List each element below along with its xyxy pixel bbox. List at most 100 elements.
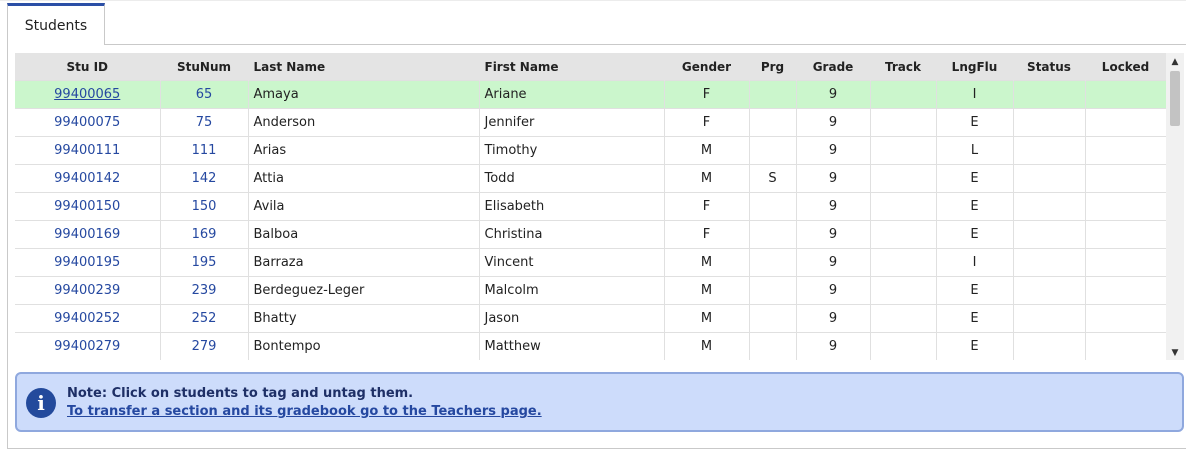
grade-cell: 9 [796, 248, 871, 277]
gender-cell: F [664, 192, 750, 221]
first-name-cell: Jennifer [479, 108, 665, 137]
prg-cell [749, 332, 797, 360]
stu-id-link[interactable]: 99400279 [15, 332, 161, 360]
top-border [0, 0, 1186, 1]
locked-cell [1085, 136, 1166, 165]
lngflu-cell: E [936, 332, 1014, 360]
col-header-gender[interactable]: Gender [664, 53, 750, 81]
lngflu-cell: E [936, 192, 1014, 221]
grade-cell: 9 [796, 80, 871, 109]
table-row[interactable]: 99400150 150 Avila Elisabeth F 9 E [15, 192, 1166, 221]
grade-cell: 9 [796, 304, 871, 333]
stunum-cell: 150 [160, 192, 249, 221]
col-header-lngflu[interactable]: LngFlu [936, 53, 1014, 81]
gender-cell: M [664, 276, 750, 305]
gender-cell: M [664, 248, 750, 277]
lngflu-cell: E [936, 304, 1014, 333]
col-header-stu-id[interactable]: Stu ID [15, 53, 161, 81]
track-cell [870, 108, 937, 137]
first-name-cell: Timothy [479, 136, 665, 165]
col-header-first-name[interactable]: First Name [479, 53, 665, 81]
status-cell [1013, 332, 1086, 360]
locked-cell [1085, 108, 1166, 137]
first-name-cell: Matthew [479, 332, 665, 360]
stunum-cell: 75 [160, 108, 249, 137]
status-cell [1013, 80, 1086, 109]
stu-id-link[interactable]: 99400169 [15, 220, 161, 249]
header-row: Stu ID StuNum Last Name First Name Gende… [15, 53, 1166, 81]
scroll-up-arrow-icon[interactable]: ▲ [1166, 57, 1184, 67]
status-cell [1013, 136, 1086, 165]
prg-cell [749, 276, 797, 305]
last-name-cell: Attia [248, 164, 480, 193]
track-cell [870, 276, 937, 305]
lngflu-cell: E [936, 276, 1014, 305]
students-grid: Stu ID StuNum Last Name First Name Gende… [15, 53, 1166, 360]
first-name-cell: Ariane [479, 80, 665, 109]
stu-id-link[interactable]: 99400150 [15, 192, 161, 221]
teachers-page-link[interactable]: To transfer a section and its gradebook … [67, 403, 542, 421]
stu-id-link[interactable]: 99400142 [15, 164, 161, 193]
table-row[interactable]: 99400111 111 Arias Timothy M 9 L [15, 136, 1166, 165]
note-message: Note: Click on students to tag and untag… [67, 386, 414, 401]
scroll-down-arrow-icon[interactable]: ▼ [1166, 348, 1184, 358]
track-cell [870, 192, 937, 221]
col-header-prg[interactable]: Prg [749, 53, 797, 81]
table-row[interactable]: 99400279 279 Bontempo Matthew M 9 E [15, 332, 1166, 360]
lngflu-cell: E [936, 164, 1014, 193]
stu-id-link[interactable]: 99400065 [15, 80, 161, 109]
table-row[interactable]: 99400065 65 Amaya Ariane F 9 I [15, 80, 1166, 109]
last-name-cell: Balboa [248, 220, 480, 249]
locked-cell [1085, 332, 1166, 360]
gender-cell: M [664, 136, 750, 165]
track-cell [870, 220, 937, 249]
students-table: Stu ID StuNum Last Name First Name Gende… [15, 53, 1166, 360]
vertical-scrollbar[interactable]: ▲ ▼ [1166, 53, 1184, 360]
lngflu-cell: L [936, 136, 1014, 165]
stu-id-link[interactable]: 99400195 [15, 248, 161, 277]
col-header-locked[interactable]: Locked [1085, 53, 1166, 81]
col-header-status[interactable]: Status [1013, 53, 1086, 81]
stunum-cell: 279 [160, 332, 249, 360]
stunum-cell: 65 [160, 80, 249, 109]
prg-cell: S [749, 164, 797, 193]
table-row[interactable]: 99400169 169 Balboa Christina F 9 E [15, 220, 1166, 249]
first-name-cell: Elisabeth [479, 192, 665, 221]
stu-id-link[interactable]: 99400075 [15, 108, 161, 137]
tab-students[interactable]: Students [7, 3, 105, 45]
lngflu-cell: E [936, 220, 1014, 249]
col-header-last-name[interactable]: Last Name [248, 53, 480, 81]
gender-cell: M [664, 304, 750, 333]
stunum-cell: 252 [160, 304, 249, 333]
track-cell [870, 332, 937, 360]
gender-cell: F [664, 108, 750, 137]
col-header-stunum[interactable]: StuNum [160, 53, 249, 81]
stunum-cell: 111 [160, 136, 249, 165]
last-name-cell: Anderson [248, 108, 480, 137]
table-row[interactable]: 99400239 239 Berdeguez-Leger Malcolm M 9 E [15, 276, 1166, 305]
track-cell [870, 80, 937, 109]
locked-cell [1085, 304, 1166, 333]
stu-id-link[interactable]: 99400239 [15, 276, 161, 305]
scroll-thumb[interactable] [1170, 71, 1180, 126]
grade-cell: 9 [796, 164, 871, 193]
table-row[interactable]: 99400075 75 Anderson Jennifer F 9 E [15, 108, 1166, 137]
prg-cell [749, 304, 797, 333]
table-row[interactable]: 99400195 195 Barraza Vincent M 9 I [15, 248, 1166, 277]
stu-id-link[interactable]: 99400111 [15, 136, 161, 165]
prg-cell [749, 220, 797, 249]
stu-id-link[interactable]: 99400252 [15, 304, 161, 333]
last-name-cell: Bontempo [248, 332, 480, 360]
last-name-cell: Amaya [248, 80, 480, 109]
status-cell [1013, 192, 1086, 221]
note-box: i Note: Click on students to tag and unt… [15, 372, 1184, 432]
table-row[interactable]: 99400252 252 Bhatty Jason M 9 E [15, 304, 1166, 333]
locked-cell [1085, 164, 1166, 193]
grade-cell: 9 [796, 136, 871, 165]
status-cell [1013, 248, 1086, 277]
col-header-track[interactable]: Track [870, 53, 937, 81]
status-cell [1013, 304, 1086, 333]
col-header-grade[interactable]: Grade [796, 53, 871, 81]
first-name-cell: Christina [479, 220, 665, 249]
table-row[interactable]: 99400142 142 Attia Todd M S 9 E [15, 164, 1166, 193]
